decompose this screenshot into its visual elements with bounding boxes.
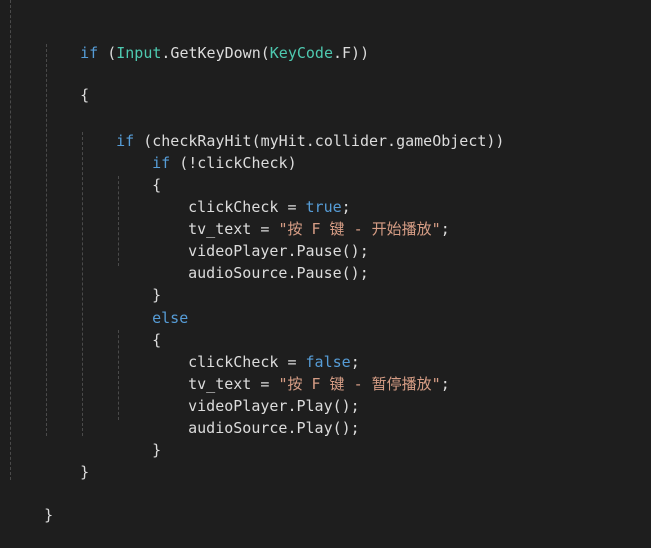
code-token: ; [440, 375, 450, 393]
code-line: audioSource.Pause(); [152, 240, 369, 282]
code-line: } [8, 482, 53, 524]
code-line: { [116, 152, 161, 194]
code-line: if (checkRayHit(myHit.collider.gameObjec… [80, 108, 504, 150]
brace: } [44, 506, 54, 524]
brace: { [80, 86, 90, 104]
code-token: audioSource.Pause(); [188, 264, 369, 282]
keyword: if [80, 44, 99, 62]
code-line: videoPlayer.Play(); [152, 373, 360, 415]
indent-guide [82, 132, 83, 436]
code-line: else [116, 285, 188, 327]
code-token: ( [98, 44, 117, 62]
code-line: videoPlayer.Pause(); [152, 218, 369, 260]
type-name: Input [116, 44, 162, 62]
code-line: } [116, 417, 161, 459]
code-line: clickCheck = true; [152, 174, 351, 216]
code-line: } [116, 262, 161, 304]
code-token: .GetKeyDown( [161, 44, 270, 62]
code-line: clickCheck = false; [152, 329, 360, 371]
type-name: KeyCode [269, 44, 333, 62]
code-line: if (!clickCheck) [116, 130, 297, 172]
code-line: tv_text = "按 F 键 - 暂停播放"; [152, 351, 450, 393]
code-token: ; [440, 220, 450, 238]
code-line: tv_text = "按 F 键 - 开始播放"; [152, 196, 450, 238]
code-line: { [116, 307, 161, 349]
code-token: (!clickCheck) [170, 154, 297, 172]
code-token: .F)) [333, 44, 370, 62]
code-line: } [44, 439, 89, 481]
code-line: audioSource.Play(); [152, 395, 360, 437]
indent-guide [10, 0, 11, 480]
code-token: audioSource.Play(); [188, 419, 360, 437]
brace: } [80, 463, 90, 481]
brace: } [152, 441, 162, 459]
code-line: { [44, 62, 89, 104]
code-editor[interactable]: if (Input.GetKeyDown(KeyCode.F)) { if (c… [0, 0, 651, 524]
code-line: if (Input.GetKeyDown(KeyCode.F)) [44, 20, 369, 62]
